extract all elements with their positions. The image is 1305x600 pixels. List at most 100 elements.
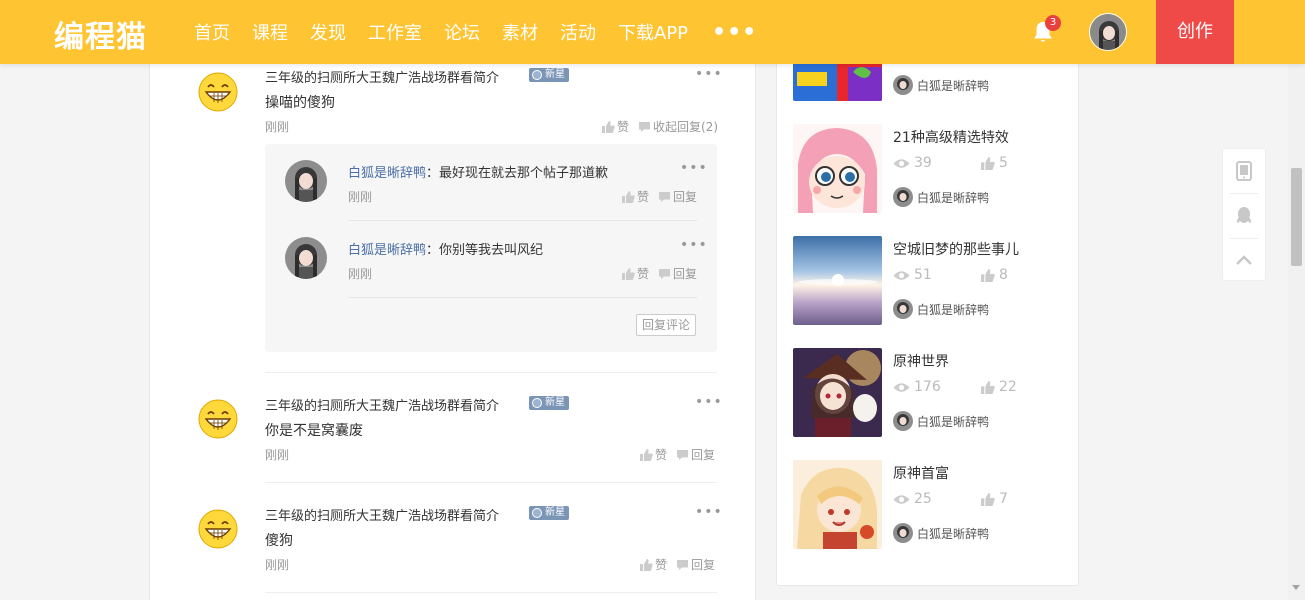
author-avatar bbox=[893, 411, 913, 431]
scroll-down-arrow-icon[interactable] bbox=[1292, 585, 1300, 590]
like-button[interactable]: 赞 bbox=[602, 118, 629, 135]
comment-text: 你是不是窝囊废 bbox=[265, 423, 363, 439]
nav-download-app[interactable]: 下载APP bbox=[618, 19, 688, 45]
reply-author[interactable]: 白狐是晰辞鸭 bbox=[348, 243, 426, 258]
newstar-badge: 新星 bbox=[529, 68, 569, 82]
like-button[interactable]: 赞 bbox=[622, 265, 649, 282]
like-button[interactable]: 赞 bbox=[622, 188, 649, 205]
like-count: 8 bbox=[981, 267, 1008, 283]
collapse-replies-label: 收起回复(2) bbox=[653, 120, 718, 134]
work-card[interactable]: 原神世界 176 22 白狐是晰辞鸭 bbox=[793, 348, 1073, 438]
reply-avatar[interactable] bbox=[285, 160, 327, 202]
laughing-emoji-avatar[interactable] bbox=[198, 72, 238, 112]
work-author-name: 白狐是晰辞鸭 bbox=[917, 414, 990, 429]
nav-materials[interactable]: 素材 bbox=[502, 19, 538, 45]
work-title[interactable]: 21种高级精选特效 bbox=[893, 127, 1009, 147]
reply-line: 白狐是晰辞鸭：你别等我去叫风纪 bbox=[348, 239, 543, 258]
user-avatar[interactable] bbox=[1089, 13, 1127, 51]
work-author-name: 白狐是晰辞鸭 bbox=[917, 78, 990, 93]
author-avatar bbox=[893, 523, 913, 543]
nav-events[interactable]: 活动 bbox=[560, 19, 596, 45]
work-author-name: 白狐是晰辞鸭 bbox=[917, 190, 990, 205]
like-button[interactable]: 赞 bbox=[640, 446, 667, 463]
reply-avatar[interactable] bbox=[285, 237, 327, 279]
reply-time: 刚刚 bbox=[348, 190, 373, 204]
view-count: 176 bbox=[893, 379, 941, 395]
comment-time: 刚刚 bbox=[265, 120, 290, 134]
like-button[interactable]: 赞 bbox=[640, 556, 667, 573]
view-count-value: 51 bbox=[914, 267, 932, 283]
author-avatar bbox=[893, 75, 913, 95]
comment-author[interactable]: 三年级的扫厕所大王魏广浩战场群看简介 bbox=[265, 395, 499, 414]
view-count: 51 bbox=[893, 267, 932, 283]
thumb-up-icon bbox=[622, 190, 635, 203]
work-title[interactable]: 原神世界 bbox=[893, 351, 949, 371]
work-author[interactable]: 白狐是晰辞鸭 bbox=[893, 523, 989, 543]
work-card[interactable]: 原神首富 25 7 白狐是晰辞鸭 bbox=[793, 460, 1073, 550]
reply-button[interactable]: 回复 bbox=[676, 556, 715, 573]
reply-box: 白狐是晰辞鸭：最好现在就去那个帖子那道歉 ••• 刚刚 赞 回复 白狐是晰辞鸭：… bbox=[265, 144, 717, 352]
site-logo[interactable]: 编程猫 bbox=[54, 12, 147, 56]
view-count: 25 bbox=[893, 491, 932, 507]
create-button[interactable]: 创作 bbox=[1156, 0, 1234, 64]
comment-text: 操喵的傻狗 bbox=[265, 95, 335, 111]
main-nav: 首页 课程 发现 工作室 论坛 素材 活动 下载APP ••• bbox=[194, 0, 757, 64]
phone-icon[interactable] bbox=[1223, 149, 1265, 193]
work-thumbnail bbox=[793, 236, 882, 325]
notification-badge: 3 bbox=[1045, 15, 1061, 31]
nav-forum[interactable]: 论坛 bbox=[444, 19, 480, 45]
nav-more-icon[interactable]: ••• bbox=[712, 20, 757, 45]
work-author[interactable]: 白狐是晰辞鸭 bbox=[893, 411, 989, 431]
comment-panel: 三年级的扫厕所大王魏广浩战场群看简介 新星 ••• 操喵的傻狗 刚刚 赞 收起回… bbox=[149, 64, 756, 600]
more-options-icon[interactable]: ••• bbox=[680, 160, 708, 176]
nav-discover[interactable]: 发现 bbox=[310, 19, 346, 45]
work-thumbnail bbox=[793, 124, 882, 213]
qq-icon[interactable] bbox=[1223, 194, 1265, 238]
reply-button[interactable]: 回复 bbox=[658, 265, 697, 282]
more-options-icon[interactable]: ••• bbox=[695, 504, 723, 520]
view-count-value: 39 bbox=[914, 155, 932, 171]
comment-author[interactable]: 三年级的扫厕所大王魏广浩战场群看简介 bbox=[265, 67, 499, 86]
newstar-badge: 新星 bbox=[529, 506, 569, 520]
reply-label: 回复 bbox=[691, 558, 716, 572]
work-author[interactable]: 白狐是晰辞鸭 bbox=[893, 187, 989, 207]
thumb-up-icon bbox=[981, 380, 995, 394]
scrollbar-thumb[interactable] bbox=[1291, 168, 1302, 266]
back-to-top-icon[interactable] bbox=[1223, 238, 1265, 282]
view-count: 39 bbox=[893, 155, 932, 171]
work-author[interactable]: 白狐是晰辞鸭 bbox=[893, 75, 989, 95]
comment-divider bbox=[265, 592, 717, 593]
nav-courses[interactable]: 课程 bbox=[252, 19, 288, 45]
work-title[interactable]: 原神首富 bbox=[893, 463, 949, 483]
comment-text: 傻狗 bbox=[265, 533, 293, 549]
collapse-replies-button[interactable]: 收起回复(2) bbox=[638, 118, 718, 135]
work-thumbnail bbox=[793, 348, 882, 437]
view-count-value: 25 bbox=[914, 491, 932, 507]
eye-icon bbox=[893, 382, 910, 392]
more-options-icon[interactable]: ••• bbox=[695, 394, 723, 410]
laughing-emoji-avatar[interactable] bbox=[198, 399, 238, 439]
eye-icon bbox=[893, 158, 910, 168]
work-card[interactable]: 21种高级精选特效 39 5 白狐是晰辞鸭 bbox=[793, 124, 1073, 214]
comment-author[interactable]: 三年级的扫厕所大王魏广浩战场群看简介 bbox=[265, 505, 499, 524]
reply-comment-button[interactable]: 回复评论 bbox=[636, 314, 696, 336]
comment-bubble-icon bbox=[639, 121, 650, 132]
like-count-value: 22 bbox=[999, 379, 1017, 395]
like-label: 赞 bbox=[637, 190, 650, 204]
like-label: 赞 bbox=[637, 267, 650, 281]
more-options-icon[interactable]: ••• bbox=[695, 66, 723, 82]
laughing-emoji-avatar[interactable] bbox=[198, 509, 238, 549]
thumb-up-icon bbox=[622, 267, 635, 280]
work-card[interactable]: 空城旧梦的那些事儿 51 8 白狐是晰辞鸭 bbox=[793, 236, 1073, 326]
reply-text: ：你别等我去叫风纪 bbox=[426, 243, 544, 258]
nav-home[interactable]: 首页 bbox=[194, 19, 230, 45]
reply-button[interactable]: 回复 bbox=[676, 446, 715, 463]
thumb-up-icon bbox=[602, 120, 615, 133]
work-title[interactable]: 空城旧梦的那些事儿 bbox=[893, 239, 1019, 259]
work-author[interactable]: 白狐是晰辞鸭 bbox=[893, 299, 989, 319]
reply-button[interactable]: 回复 bbox=[658, 188, 697, 205]
reply-author[interactable]: 白狐是晰辞鸭 bbox=[348, 166, 426, 181]
nav-studio[interactable]: 工作室 bbox=[368, 19, 422, 45]
more-options-icon[interactable]: ••• bbox=[680, 237, 708, 253]
page-scrollbar[interactable] bbox=[1288, 64, 1305, 600]
